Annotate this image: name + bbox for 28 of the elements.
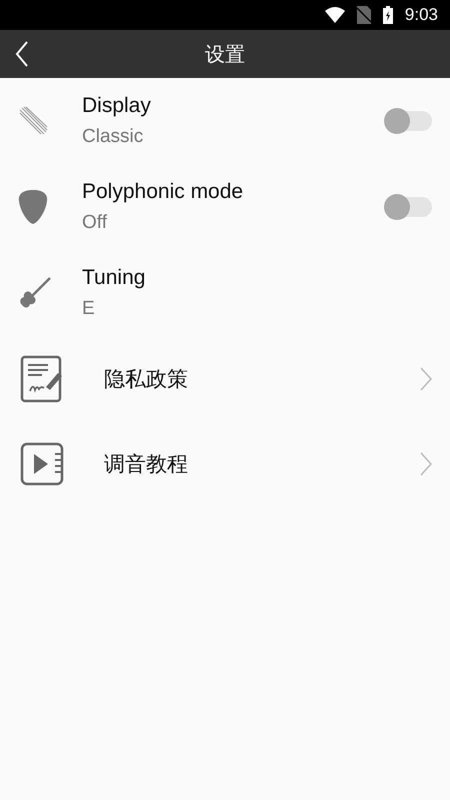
toggle-switch[interactable] (386, 111, 432, 131)
setting-title: 隐私政策 (104, 366, 189, 392)
back-icon (15, 41, 29, 67)
signed-document-icon (20, 354, 64, 402)
settings-item[interactable]: Polyphonic mode Off (0, 164, 450, 250)
settings-item[interactable]: 隐私政策 (0, 336, 450, 421)
screen-title: 设置 (205, 40, 245, 68)
toggle-switch[interactable] (386, 197, 432, 217)
setting-value: Classic (82, 126, 144, 148)
settings-item[interactable]: 调音教程 (0, 421, 450, 506)
diagonal-lines-icon (18, 106, 48, 136)
guitar-pick-icon (18, 189, 48, 225)
wifi-icon (324, 7, 345, 23)
settings-item[interactable]: Tuning E (0, 250, 450, 336)
chevron-right-icon (420, 366, 432, 390)
setting-title: Display (82, 94, 152, 118)
video-tutorial-icon (20, 442, 66, 486)
setting-value: Off (82, 212, 108, 234)
settings-item[interactable]: Display Classic (0, 78, 450, 164)
setting-title: Tuning (82, 266, 146, 290)
status-time: 9:03 (404, 5, 438, 25)
chevron-right-icon (420, 452, 432, 476)
battery-charging-icon (382, 6, 393, 24)
setting-title: Polyphonic mode (82, 180, 244, 204)
no-sim-icon (356, 6, 371, 24)
setting-title: 调音教程 (104, 452, 189, 478)
setting-value: E (82, 298, 96, 320)
guitar-icon (18, 276, 52, 310)
